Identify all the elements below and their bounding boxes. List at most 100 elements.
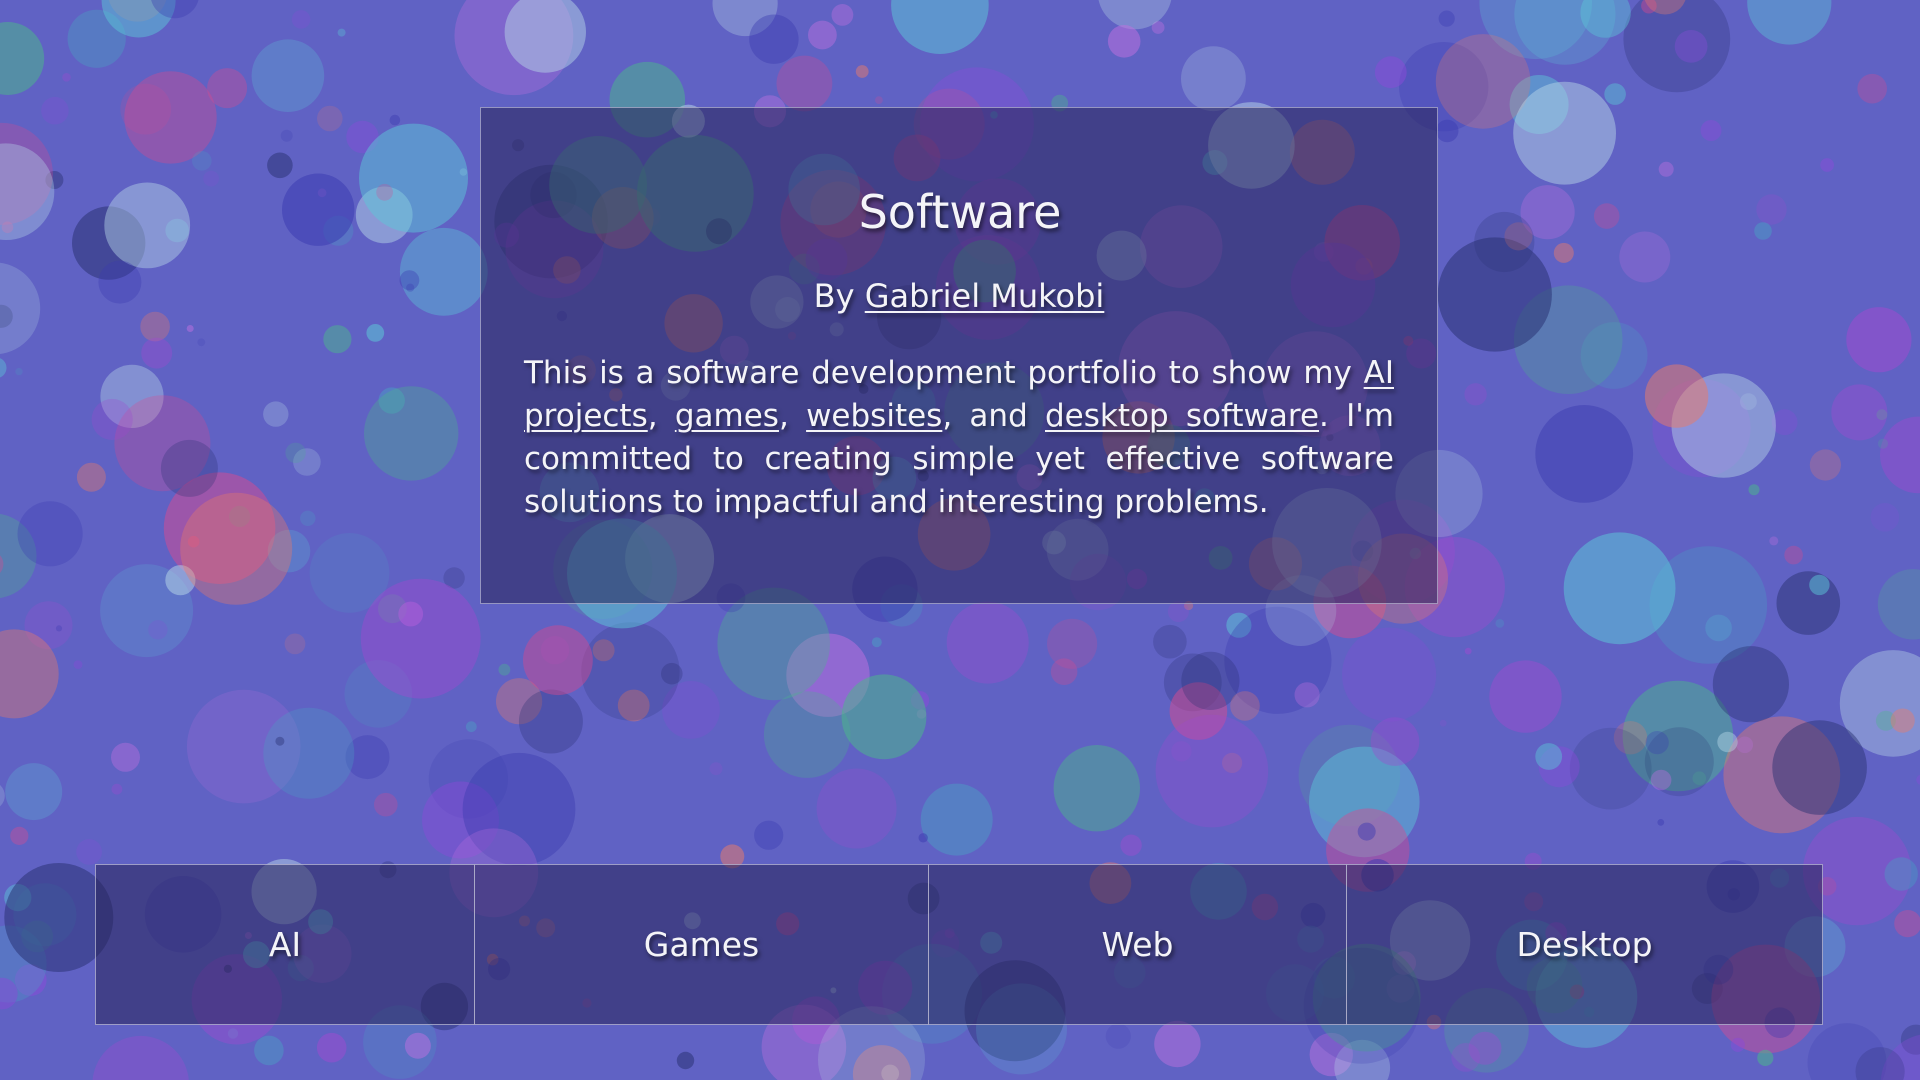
bokeh-bubble [1342, 627, 1437, 722]
desc-sep-2: , [778, 398, 807, 434]
bokeh-bubble [831, 4, 854, 26]
bokeh-bubble [875, 96, 883, 104]
bokeh-bubble [498, 663, 511, 676]
bokeh-bubble [891, 0, 989, 54]
bokeh-bubble [92, 1035, 189, 1080]
bokeh-bubble [709, 762, 723, 776]
desc-text-1: This is a software development portfolio… [524, 355, 1364, 391]
bokeh-bubble [1167, 601, 1189, 623]
bokeh-bubble [676, 1051, 695, 1070]
bokeh-bubble [1155, 714, 1269, 828]
bokeh-bubble [1105, 1023, 1131, 1049]
bokeh-bubble [1884, 857, 1918, 891]
bokeh-bubble [1700, 120, 1722, 141]
bokeh-bubble [1870, 503, 1900, 532]
nav-web-button[interactable]: Web [928, 864, 1347, 1025]
author-link[interactable]: Gabriel Mukobi [865, 277, 1105, 315]
bokeh-bubble [192, 151, 212, 171]
bokeh-bubble [364, 386, 459, 481]
bokeh-bubble [1451, 1043, 1481, 1072]
bokeh-bubble [263, 707, 355, 799]
bokeh-bubble [1294, 682, 1320, 708]
bokeh-bubble [5, 763, 63, 821]
bokeh-bubble [180, 492, 293, 605]
nav-ai-button[interactable]: AI [95, 864, 475, 1025]
bokeh-bubble [0, 358, 7, 378]
intro-description: This is a software development portfolio… [524, 352, 1394, 524]
bokeh-bubble [1877, 569, 1920, 640]
bokeh-bubble [337, 28, 346, 37]
bokeh-bubble [140, 311, 170, 342]
bokeh-bubble [317, 105, 343, 132]
bokeh-bubble [300, 510, 316, 526]
bokeh-bubble [1880, 416, 1920, 494]
bokeh-bubble [946, 601, 1029, 684]
bokeh-bubble [1776, 571, 1841, 635]
websites-link[interactable]: websites [806, 398, 942, 434]
bokeh-bubble [1769, 536, 1779, 546]
bokeh-bubble [1569, 727, 1652, 810]
bokeh-bubble [1772, 720, 1867, 815]
bokeh-bubble [1730, 1037, 1745, 1052]
bokeh-bubble [160, 439, 218, 497]
bokeh-bubble [73, 660, 83, 669]
bokeh-bubble [263, 401, 289, 427]
bokeh-bubble [920, 783, 993, 856]
bokeh-bubble [62, 73, 71, 82]
bokeh-bubble [1370, 717, 1420, 766]
category-nav: AI Games Web Desktop [95, 864, 1823, 1025]
bokeh-bubble [1645, 731, 1669, 755]
bokeh-bubble [17, 501, 83, 567]
bokeh-bubble [1820, 158, 1834, 172]
bokeh-bubble [406, 283, 415, 292]
bokeh-bubble [581, 622, 680, 721]
bokeh-bubble [1846, 307, 1912, 373]
bokeh-bubble [1916, 774, 1920, 785]
bokeh-bubble [749, 14, 799, 64]
bokeh-bubble [148, 620, 168, 640]
bokeh-bubble [389, 114, 401, 126]
bokeh-bubble [1107, 25, 1141, 58]
bokeh-bubble [111, 783, 123, 795]
bokeh-bubble [1563, 532, 1676, 645]
bokeh-bubble [1657, 819, 1665, 826]
bokeh-bubble [465, 721, 477, 733]
bokeh-bubble [316, 1032, 347, 1063]
bokeh-bubble [1513, 81, 1616, 185]
nav-desktop-button[interactable]: Desktop [1346, 864, 1823, 1025]
bokeh-bubble [285, 442, 306, 463]
bokeh-bubble [1439, 719, 1447, 727]
bokeh-bubble [251, 39, 325, 113]
bokeh-bubble [186, 325, 194, 332]
bokeh-bubble [871, 637, 882, 648]
bokeh-bubble [1809, 449, 1841, 481]
bokeh-bubble [518, 689, 583, 754]
bokeh-bubble [404, 1032, 431, 1059]
bokeh-bubble [1357, 822, 1376, 841]
bokeh-bubble [1736, 736, 1754, 754]
bokeh-bubble [1894, 910, 1920, 938]
games-link[interactable]: games [675, 398, 779, 434]
bokeh-bubble [91, 398, 133, 441]
bokeh-bubble [1784, 545, 1803, 565]
bokeh-bubble [1890, 708, 1915, 733]
bokeh-bubble [291, 10, 311, 29]
bokeh-bubble [1438, 10, 1455, 27]
byline-prefix: By [813, 277, 865, 315]
bokeh-bubble [1831, 384, 1888, 441]
bokeh-bubble [763, 691, 851, 778]
bokeh-bubble [76, 462, 106, 492]
bokeh-bubble [523, 625, 593, 696]
bokeh-bubble [323, 325, 352, 354]
bokeh-bubble [98, 260, 142, 304]
bokeh-bubble [1535, 405, 1634, 503]
bokeh-bubble [776, 55, 833, 112]
nav-games-button[interactable]: Games [474, 864, 929, 1025]
bokeh-bubble [1154, 1020, 1201, 1068]
desktop-software-link[interactable]: desktop software [1045, 398, 1319, 434]
bokeh-bubble [754, 820, 784, 850]
bokeh-bubble [1674, 30, 1708, 63]
bokeh-bubble [1658, 161, 1674, 177]
bokeh-bubble [1604, 83, 1626, 105]
bokeh-bubble [1495, 619, 1505, 628]
